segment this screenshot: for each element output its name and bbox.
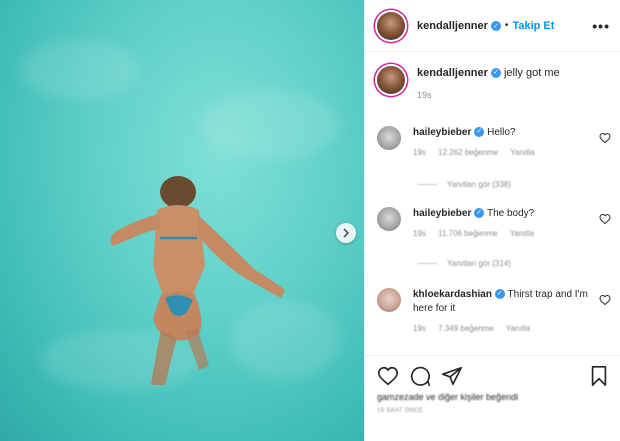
- commenter-avatar[interactable]: [377, 207, 401, 231]
- comment-item: haileybieber ✓ The body? 19s 11.706 beğen…: [377, 207, 613, 241]
- caption-time: 19s: [417, 90, 432, 100]
- comment-username[interactable]: haileybieber: [413, 208, 471, 219]
- comment-likes[interactable]: 12.262 beğenme: [438, 148, 498, 157]
- comment-username[interactable]: khloekardashian: [413, 289, 492, 300]
- comment-item: haileybieber ✓ Hello? 19s 12.262 beğenme …: [377, 126, 613, 160]
- comment-item: khloekardashian ✓ Thirst trap and I'm her…: [377, 288, 613, 336]
- reply-button[interactable]: Yanıtla: [510, 229, 534, 238]
- bookmark-icon[interactable]: [589, 365, 609, 387]
- post-caption: kendalljenner ✓ jelly got me 19s: [365, 52, 620, 102]
- follow-button[interactable]: Takip Et: [512, 20, 554, 32]
- next-photo-button[interactable]: [336, 223, 356, 243]
- verified-badge-icon: ✓: [474, 127, 485, 138]
- comment-text: Hello?: [487, 127, 516, 138]
- view-replies-link[interactable]: Yanıtları gör (314): [417, 259, 511, 268]
- post-actions: gamzezade ve diğer kişiler beğendi 19 SA…: [365, 355, 620, 441]
- view-replies-label: Yanıtları gör (338): [447, 180, 511, 189]
- comment-like-heart-icon[interactable]: [599, 294, 611, 306]
- post-photo[interactable]: [0, 0, 364, 441]
- comment-like-heart-icon[interactable]: [599, 132, 611, 144]
- post-time-ago: 19 SAAT ÖNCE: [377, 408, 424, 414]
- liked-by-text[interactable]: gamzezade ve diğer kişiler beğendi: [377, 392, 609, 402]
- verified-badge-icon: ✓: [494, 289, 505, 300]
- caption-username[interactable]: kendalljenner: [417, 67, 488, 79]
- verified-badge-icon: ✓: [474, 208, 485, 219]
- replies-divider: [417, 263, 437, 264]
- view-replies-link[interactable]: Yanıtları gör (338): [417, 180, 511, 189]
- comment-likes[interactable]: 11.706 beğenme: [438, 229, 497, 238]
- commenter-avatar[interactable]: [377, 288, 401, 312]
- author-username[interactable]: kendalljenner: [417, 20, 488, 32]
- commenter-avatar[interactable]: [377, 126, 401, 150]
- share-icon[interactable]: [441, 365, 463, 387]
- comment-time: 19s: [413, 148, 426, 157]
- water-ripple: [20, 40, 140, 100]
- comment-like-heart-icon[interactable]: [599, 213, 611, 225]
- comment-likes[interactable]: 7.349 beğenme: [438, 324, 494, 333]
- person-figure: [110, 176, 285, 385]
- author-avatar[interactable]: [377, 11, 405, 40]
- water-ripple: [200, 90, 340, 160]
- verified-badge-icon: ✓: [490, 20, 501, 31]
- verified-badge-icon: ✓: [490, 68, 501, 79]
- more-options-icon[interactable]: •••: [592, 18, 610, 34]
- comment-time: 19s: [413, 229, 426, 238]
- reply-button[interactable]: Yanıtla: [506, 324, 530, 333]
- caption-text: jelly got me: [503, 67, 560, 79]
- comment-time: 19s: [413, 324, 426, 333]
- replies-divider: [417, 184, 437, 185]
- post-header: kendalljenner ✓ • Takip Et •••: [365, 0, 620, 52]
- caption-avatar[interactable]: [377, 66, 405, 94]
- chevron-right-icon: [343, 228, 350, 238]
- heart-icon[interactable]: [377, 365, 399, 387]
- reply-button[interactable]: Yanıtla: [510, 148, 534, 157]
- header-separator: •: [504, 20, 509, 31]
- view-replies-label: Yanıtları gör (314): [447, 259, 511, 268]
- comment-text: The body?: [486, 208, 535, 219]
- comment-icon[interactable]: [409, 365, 431, 387]
- post-side-panel: kendalljenner ✓ • Takip Et ••• kendallje…: [364, 0, 620, 441]
- comment-username[interactable]: haileybieber: [413, 127, 471, 138]
